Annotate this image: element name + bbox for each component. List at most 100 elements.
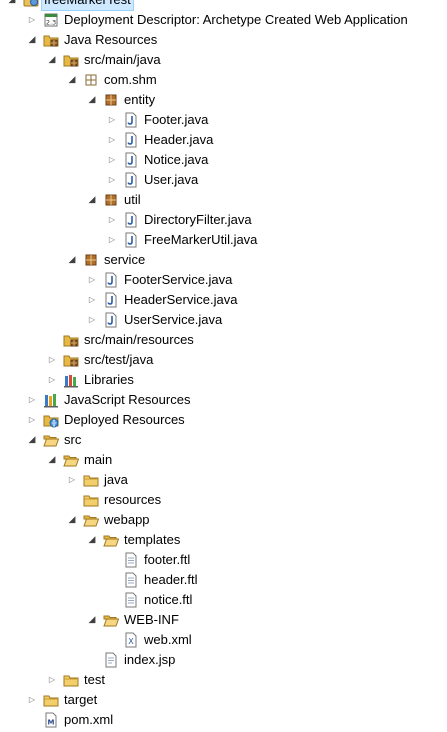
folder-open-icon <box>63 452 79 468</box>
collapse-arrow-icon[interactable]: ◢ <box>26 430 38 450</box>
tree-item[interactable]: ▷ JavaScript Resources <box>0 390 447 410</box>
tree-item-label: pom.xml <box>64 712 114 727</box>
tree-item[interactable]: Xweb.xml <box>0 630 447 650</box>
tree-item[interactable]: ▷ target <box>0 690 447 710</box>
expand-arrow-icon[interactable]: ▷ <box>46 370 58 390</box>
tree-item[interactable]: ◢ util <box>0 190 447 210</box>
tree-item[interactable]: footer.ftl <box>0 550 447 570</box>
tree-item-label: FooterService.java <box>124 272 233 287</box>
folder-open-icon <box>43 432 59 448</box>
tree-item[interactable]: ▷ src/test/java <box>0 350 447 370</box>
tree-item[interactable]: Mpom.xml <box>0 710 447 730</box>
tree-item-label: JavaScript Resources <box>64 392 191 407</box>
tree-item[interactable]: ◢ Java Resources <box>0 30 447 50</box>
source-folder-icon <box>63 332 79 348</box>
tree-item[interactable]: ◢ com.shm <box>0 70 447 90</box>
expand-arrow-icon[interactable]: ▷ <box>46 670 58 690</box>
tree-item[interactable]: ▷ Libraries <box>0 370 447 390</box>
tree-item[interactable]: ▷ Footer.java <box>0 110 447 130</box>
tree-item[interactable]: ▷ test <box>0 670 447 690</box>
tree-item[interactable]: ◢ freeMarkerTest <box>0 0 447 11</box>
maven-pom-icon: M <box>43 712 59 728</box>
tree-item-label: Deployed Resources <box>64 412 185 427</box>
tree-item-label: com.shm <box>104 72 157 87</box>
expand-arrow-icon[interactable]: ▷ <box>86 270 98 290</box>
jsp-file-icon <box>103 652 119 668</box>
tree-item[interactable]: ▷ Header.java <box>0 130 447 150</box>
expand-arrow-icon[interactable]: ▷ <box>26 690 38 710</box>
text-file-icon <box>123 592 139 608</box>
expand-arrow-icon[interactable]: ▷ <box>46 350 58 370</box>
expand-arrow-icon[interactable]: ▷ <box>106 110 118 130</box>
collapse-arrow-icon[interactable]: ◢ <box>86 530 98 550</box>
collapse-arrow-icon[interactable]: ◢ <box>6 0 18 10</box>
text-file-icon <box>123 572 139 588</box>
tree-item-label: DirectoryFilter.java <box>144 212 252 227</box>
collapse-arrow-icon[interactable]: ◢ <box>46 450 58 470</box>
tree-item[interactable]: ◢ src/main/java <box>0 50 447 70</box>
tree-item[interactable]: ▷ User.java <box>0 170 447 190</box>
tree-item-label: java <box>104 472 128 487</box>
expand-arrow-icon[interactable]: ▷ <box>106 230 118 250</box>
collapse-arrow-icon[interactable]: ◢ <box>66 70 78 90</box>
expand-arrow-icon[interactable]: ▷ <box>86 310 98 330</box>
tree-item-label: Header.java <box>144 132 214 147</box>
collapse-arrow-icon[interactable]: ◢ <box>86 90 98 110</box>
tree-item[interactable]: ◢ entity <box>0 90 447 110</box>
expand-arrow-icon[interactable]: ▷ <box>106 210 118 230</box>
deployed-resources-icon <box>43 412 59 428</box>
expand-arrow-icon[interactable]: ▷ <box>106 170 118 190</box>
tree-item-label: src <box>64 432 82 447</box>
tree-item[interactable]: ◢ WEB-INF <box>0 610 447 630</box>
collapse-arrow-icon[interactable]: ◢ <box>86 610 98 630</box>
tree-item[interactable]: ◢ src <box>0 430 447 450</box>
expand-arrow-icon[interactable]: ▷ <box>106 150 118 170</box>
tree-item[interactable]: ▷ 2.3 Deployment Descriptor: Archetype Cre… <box>0 10 447 30</box>
tree-item-label: User.java <box>144 172 199 187</box>
folder-icon <box>83 492 99 508</box>
tree-item-label: src/main/java <box>84 52 161 67</box>
tree-item[interactable]: ▷ HeaderService.java <box>0 290 447 310</box>
tree-item-label: Footer.java <box>144 112 209 127</box>
expand-arrow-icon[interactable]: ▷ <box>26 390 38 410</box>
tree-item[interactable]: ▷ DirectoryFilter.java <box>0 210 447 230</box>
tree-item[interactable]: ◢ service <box>0 250 447 270</box>
source-folder-icon <box>63 352 79 368</box>
folder-open-icon <box>103 532 119 548</box>
tree-item[interactable]: resources <box>0 490 447 510</box>
tree-item[interactable]: ▷ Notice.java <box>0 150 447 170</box>
tree-item-label: HeaderService.java <box>124 292 238 307</box>
expand-arrow-icon[interactable]: ▷ <box>106 130 118 150</box>
tree-item-label: notice.ftl <box>144 592 193 607</box>
java-file-icon <box>123 232 139 248</box>
tree-item[interactable]: ▷ UserService.java <box>0 310 447 330</box>
collapse-arrow-icon[interactable]: ◢ <box>46 50 58 70</box>
tree-item[interactable]: src/main/resources <box>0 330 447 350</box>
collapse-arrow-icon[interactable]: ◢ <box>26 30 38 50</box>
tree-item[interactable]: ◢ webapp <box>0 510 447 530</box>
expand-arrow-icon[interactable]: ▷ <box>26 410 38 430</box>
javascript-resources-icon <box>43 392 59 408</box>
tree-item[interactable]: ▷ FreeMarkerUtil.java <box>0 230 447 250</box>
tree-item[interactable]: index.jsp <box>0 650 447 670</box>
svg-text:2.3: 2.3 <box>46 19 56 27</box>
tree-item[interactable]: ▷ FooterService.java <box>0 270 447 290</box>
tree-item[interactable]: ▷ Deployed Resources <box>0 410 447 430</box>
tree-item[interactable]: header.ftl <box>0 570 447 590</box>
collapse-arrow-icon[interactable]: ◢ <box>66 510 78 530</box>
tree-item[interactable]: ▷ java <box>0 470 447 490</box>
libraries-icon <box>63 372 79 388</box>
svg-text:M: M <box>48 719 55 727</box>
tree-item[interactable]: ◢ main <box>0 450 447 470</box>
tree-item-label: index.jsp <box>124 652 176 667</box>
web-project-icon <box>23 0 39 8</box>
expand-arrow-icon[interactable]: ▷ <box>86 290 98 310</box>
expand-arrow-icon[interactable]: ▷ <box>26 10 38 30</box>
tree-item[interactable]: notice.ftl <box>0 590 447 610</box>
tree-item[interactable]: ◢ templates <box>0 530 447 550</box>
collapse-arrow-icon[interactable]: ◢ <box>66 250 78 270</box>
collapse-arrow-icon[interactable]: ◢ <box>86 190 98 210</box>
deployment-descriptor-icon: 2.3 <box>43 12 59 28</box>
expand-arrow-icon[interactable]: ▷ <box>66 470 78 490</box>
svg-text:X: X <box>128 637 134 646</box>
